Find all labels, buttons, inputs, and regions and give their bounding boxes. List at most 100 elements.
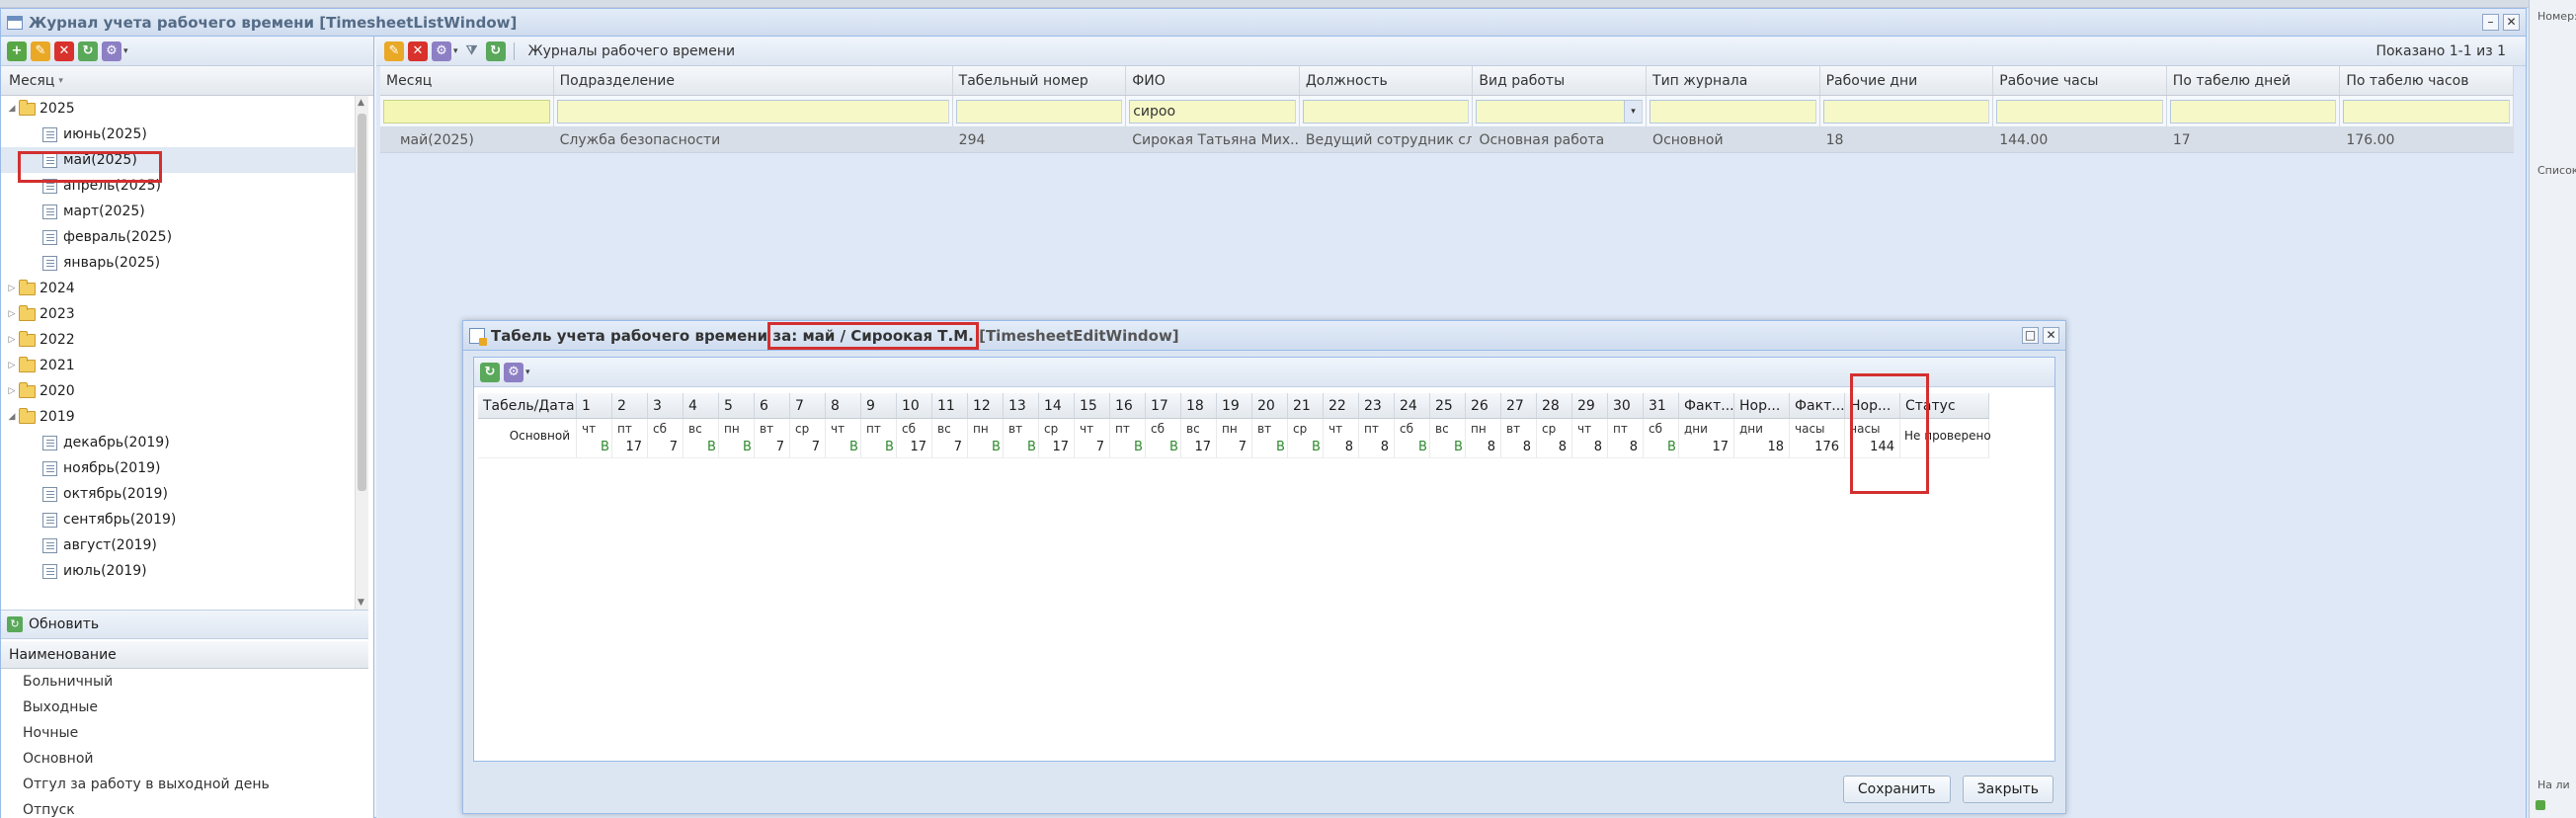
name-list-item[interactable]: Основной — [1, 746, 368, 772]
tree-year-node[interactable]: ◢ 2025 — [1, 96, 357, 122]
delete-icon[interactable]: ✕ — [54, 41, 74, 61]
dropdown-arrow-icon[interactable]: ▾ — [453, 46, 458, 56]
day-cell[interactable]: ср 7 — [790, 419, 826, 457]
tree-month-node[interactable]: ноябрь(2019) — [1, 455, 357, 481]
scroll-thumb[interactable] — [358, 114, 366, 491]
day-cell[interactable]: пн В — [968, 419, 1004, 457]
name-list-item[interactable]: Отпуск — [1, 797, 368, 818]
timesheet-column-header[interactable]: Нор... — [1845, 393, 1900, 418]
day-cell[interactable]: чт В — [826, 419, 861, 457]
grid-column-header[interactable]: По табелю часов — [2340, 66, 2514, 95]
day-cell[interactable]: сб 17 — [897, 419, 932, 457]
close-modal-button[interactable]: ✕ — [2043, 327, 2059, 344]
day-cell[interactable]: пн 8 — [1466, 419, 1501, 457]
month-column-header[interactable]: Месяц ▾ — [1, 66, 373, 96]
day-cell[interactable]: сб В — [1146, 419, 1181, 457]
day-cell[interactable]: вс В — [684, 419, 719, 457]
tree-month-node[interactable]: декабрь(2019) — [1, 430, 357, 455]
filter-input[interactable] — [1650, 100, 1816, 123]
day-cell[interactable]: вт В — [1252, 419, 1288, 457]
tree-month-node[interactable]: январь(2025) — [1, 250, 357, 276]
timesheet-column-header[interactable]: 8 — [826, 393, 861, 418]
tree-year-node[interactable]: ▷ 2023 — [1, 301, 357, 327]
timesheet-column-header[interactable]: Табель/Дата — [478, 393, 577, 418]
minimize-button[interactable]: – — [2482, 14, 2499, 31]
timesheet-column-header[interactable]: 14 — [1039, 393, 1075, 418]
clear-filter-icon[interactable]: ⧩ — [462, 41, 482, 61]
expand-arrow-icon[interactable]: ▷ — [5, 309, 19, 319]
close-button[interactable]: Закрыть — [1962, 776, 2053, 803]
timesheet-column-header[interactable]: 24 — [1395, 393, 1430, 418]
filter-input[interactable] — [1302, 100, 1470, 123]
timesheet-column-header[interactable]: 10 — [897, 393, 932, 418]
grid-column-header[interactable]: Вид работы — [1473, 66, 1648, 95]
day-cell[interactable]: пт 8 — [1608, 419, 1644, 457]
timesheet-column-header[interactable]: 13 — [1004, 393, 1039, 418]
day-cell[interactable]: вс 17 — [1181, 419, 1217, 457]
timesheet-column-header[interactable]: 23 — [1359, 393, 1395, 418]
day-cell[interactable]: чт 7 — [1075, 419, 1110, 457]
timesheet-column-header[interactable]: 5 — [719, 393, 755, 418]
filter-input[interactable] — [2169, 100, 2337, 123]
timesheet-column-header[interactable]: 11 — [932, 393, 968, 418]
day-cell[interactable]: ср 17 — [1039, 419, 1075, 457]
timesheet-column-header[interactable]: 25 — [1430, 393, 1466, 418]
timesheet-column-header[interactable]: 31 — [1644, 393, 1679, 418]
expand-arrow-icon[interactable]: ▷ — [5, 361, 19, 370]
timesheet-column-header[interactable]: 1 — [577, 393, 612, 418]
grid-column-header[interactable]: Рабочие дни — [1820, 66, 1994, 95]
edit-icon[interactable]: ✎ — [31, 41, 50, 61]
timesheet-column-header[interactable]: 9 — [861, 393, 897, 418]
day-cell[interactable]: вт 8 — [1501, 419, 1537, 457]
timesheet-column-header[interactable]: 22 — [1324, 393, 1359, 418]
close-window-button[interactable]: ✕ — [2503, 14, 2520, 31]
timesheet-row[interactable]: Основной чт Впт 17 сб 7 вс Впн Ввт 7 ср 7 чт Впт Всб 17… — [478, 419, 1991, 458]
settings-icon[interactable]: ⚙ — [504, 362, 523, 382]
timesheet-column-header[interactable]: Факт... — [1679, 393, 1734, 418]
tree-month-node[interactable]: май(2025) — [1, 147, 357, 173]
tree-month-node[interactable]: сентябрь(2019) — [1, 507, 357, 532]
timesheet-column-header[interactable]: 15 — [1075, 393, 1110, 418]
filter-input[interactable] — [1822, 100, 1990, 123]
grid-column-header[interactable]: По табелю дней — [2167, 66, 2341, 95]
day-cell[interactable]: чт 8 — [1572, 419, 1608, 457]
day-cell[interactable]: пт В — [1110, 419, 1146, 457]
delete-icon[interactable]: ✕ — [408, 41, 428, 61]
expand-arrow-icon[interactable]: ▷ — [5, 335, 19, 345]
dropdown-arrow-icon[interactable]: ▾ — [123, 46, 128, 56]
grid-column-header[interactable]: ФИО — [1126, 66, 1300, 95]
name-list-item[interactable]: Больничный — [1, 669, 368, 695]
refresh-icon[interactable]: ↻ — [485, 41, 506, 61]
timesheet-column-header[interactable]: 21 — [1288, 393, 1324, 418]
day-cell[interactable]: вт В — [1004, 419, 1039, 457]
refresh-icon[interactable]: ↻ — [480, 362, 500, 382]
day-cell[interactable]: ср В — [1288, 419, 1324, 457]
grid-column-header[interactable]: Табельный номер — [953, 66, 1127, 95]
grid-column-header[interactable]: Рабочие часы — [1993, 66, 2167, 95]
names-header[interactable]: Наименование — [1, 641, 368, 669]
table-row[interactable]: май(2025) Служба безопасности 294 Сирокая Т… — [380, 127, 2514, 153]
timesheet-column-header[interactable]: 19 — [1217, 393, 1252, 418]
tree-year-node[interactable]: ▷ 2022 — [1, 327, 357, 353]
timesheet-column-header[interactable]: 26 — [1466, 393, 1501, 418]
refresh-icon[interactable]: ↻ — [78, 41, 98, 61]
refresh-icon[interactable]: ↻ — [7, 616, 23, 632]
dropdown-arrow-icon[interactable]: ▾ — [1624, 101, 1643, 123]
grid-column-header[interactable]: Должность — [1300, 66, 1474, 95]
tree-month-node[interactable]: октябрь(2019) — [1, 481, 357, 507]
day-cell[interactable]: пт В — [861, 419, 897, 457]
tree-year-node[interactable]: ▷ 2024 — [1, 276, 357, 301]
filter-input[interactable] — [955, 100, 1123, 123]
day-cell[interactable]: чт 8 — [1324, 419, 1359, 457]
timesheet-column-header[interactable]: 28 — [1537, 393, 1572, 418]
timesheet-column-header[interactable]: 2 — [612, 393, 648, 418]
grid-column-header[interactable]: Тип журнала — [1647, 66, 1820, 95]
timesheet-column-header[interactable]: Статус — [1900, 393, 1989, 418]
timesheet-column-header[interactable]: 18 — [1181, 393, 1217, 418]
scroll-up-icon[interactable]: ▲ — [358, 98, 364, 108]
refresh-button[interactable]: Обновить — [29, 616, 99, 632]
dropdown-arrow-icon[interactable]: ▾ — [525, 368, 530, 377]
tree-year-node[interactable]: ▷ 2021 — [1, 353, 357, 378]
day-cell[interactable]: вс В — [1430, 419, 1466, 457]
timesheet-column-header[interactable]: 29 — [1572, 393, 1608, 418]
